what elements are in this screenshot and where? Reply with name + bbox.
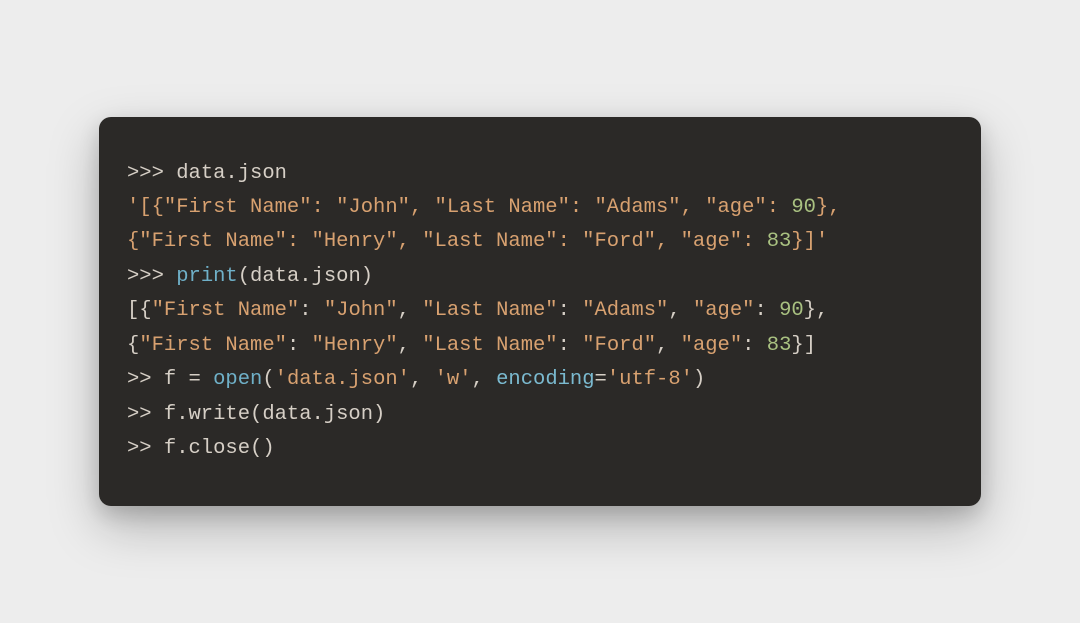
code-line: >> f.close()	[127, 432, 953, 466]
code-line: [{"First Name": "John", "Last Name": "Ad…	[127, 294, 953, 328]
code-line: >>> print(data.json)	[127, 260, 953, 294]
code-segment: ,	[398, 299, 423, 322]
code-segment: ,	[472, 368, 497, 391]
code-segment: 83	[767, 230, 792, 253]
code-segment: (data.json)	[238, 265, 373, 288]
code-segment: 'w'	[435, 368, 472, 391]
code-segment: >>>	[127, 265, 176, 288]
code-segment: ,	[668, 299, 693, 322]
code-segment: "Henry"	[312, 334, 398, 357]
code-segment: =	[595, 368, 607, 391]
code-segment: f =	[164, 368, 213, 391]
code-segment: 83	[767, 334, 792, 357]
code-line: >> f = open('data.json', 'w', encoding='…	[127, 363, 953, 397]
code-segment: >>	[127, 403, 164, 426]
code-segment: >>	[127, 437, 164, 460]
code-segment: print	[176, 265, 238, 288]
code-segment: "First Name"	[152, 299, 300, 322]
code-segment: }]'	[791, 230, 828, 253]
code-segment: :	[287, 334, 312, 357]
code-segment: "age"	[681, 334, 743, 357]
code-block: >>> data.json '[{"First Name": "John", "L…	[99, 117, 981, 507]
code-segment: 90	[791, 196, 816, 219]
code-segment: [{	[127, 299, 152, 322]
code-segment: ,	[410, 368, 435, 391]
code-segment: ,	[398, 334, 423, 357]
code-segment: :	[742, 334, 767, 357]
code-line: >> f.write(data.json)	[127, 398, 953, 432]
code-segment: 'utf-8'	[607, 368, 693, 391]
code-segment: 'data.json'	[275, 368, 410, 391]
code-segment: >>	[127, 368, 164, 391]
code-segment: "John"	[324, 299, 398, 322]
code-line: {"First Name": "Henry", "Last Name": "Fo…	[127, 225, 953, 259]
code-line: >>> data.json	[127, 157, 953, 191]
code-segment: {	[127, 334, 139, 357]
code-segment: )	[693, 368, 705, 391]
code-segment: f.write(data.json)	[164, 403, 385, 426]
code-segment: "Last Name"	[422, 334, 557, 357]
code-line: {"First Name": "Henry", "Last Name": "Fo…	[127, 329, 953, 363]
code-segment: ,	[656, 334, 681, 357]
code-segment: data.json	[176, 162, 287, 185]
code-segment: :	[299, 299, 324, 322]
code-segment: }]	[791, 334, 816, 357]
code-segment: >>>	[127, 162, 176, 185]
code-segment: :	[754, 299, 779, 322]
code-segment: f.close()	[164, 437, 275, 460]
code-segment: '[{"First Name": "John", "Last Name": "A…	[127, 196, 791, 219]
code-segment: (	[262, 368, 274, 391]
code-segment: },	[804, 299, 841, 322]
code-segment: :	[558, 299, 583, 322]
code-segment: "Ford"	[582, 334, 656, 357]
code-segment: "age"	[693, 299, 755, 322]
code-segment: {"First Name": "Henry", "Last Name": "Fo…	[127, 230, 767, 253]
code-segment: "Adams"	[582, 299, 668, 322]
code-segment: :	[558, 334, 583, 357]
code-segment: open	[213, 368, 262, 391]
code-segment: encoding	[496, 368, 594, 391]
code-segment: },	[816, 196, 853, 219]
code-segment: "Last Name"	[422, 299, 557, 322]
code-segment: "First Name"	[139, 334, 287, 357]
code-segment: 90	[779, 299, 804, 322]
code-line: '[{"First Name": "John", "Last Name": "A…	[127, 191, 953, 225]
